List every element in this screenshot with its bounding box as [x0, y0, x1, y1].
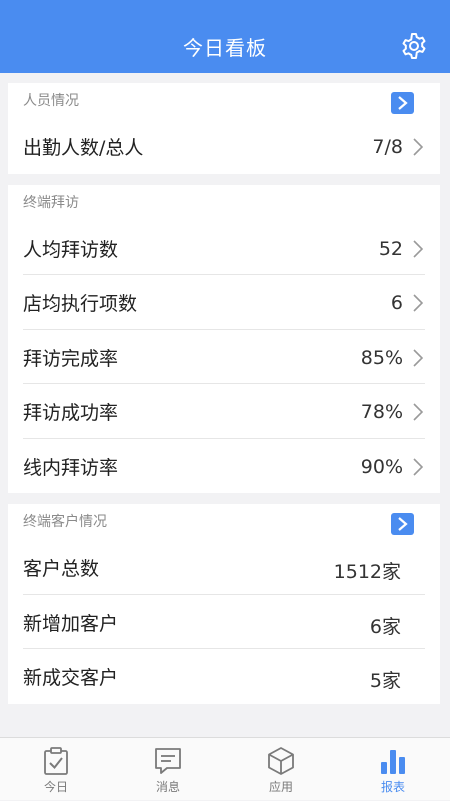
list-item: 新成交客户 5家: [23, 649, 425, 704]
visits-card-header: 终端拜访: [8, 185, 440, 221]
list-item[interactable]: 人均拜访数 52: [23, 221, 425, 275]
metric-label: 店均执行项数: [23, 293, 138, 315]
clipboard-check-icon: [44, 747, 68, 775]
customer-metric-label: 新成交客户: [23, 667, 119, 689]
tab-messages[interactable]: 消息: [112, 738, 224, 801]
customers-expand-button[interactable]: [391, 513, 414, 535]
chevron-right-icon: [413, 403, 423, 421]
metric-value: 78%: [360, 401, 403, 423]
chevron-right-icon: [413, 239, 423, 258]
dashboard-content: 人员情况 出勤人数/总人 7/8 终端拜访 人均拜访数 52 店均执行项数 6 …: [8, 83, 440, 715]
chevron-right-icon: [413, 457, 423, 476]
chevron-right-icon: [398, 96, 408, 110]
cube-icon: [268, 747, 294, 775]
tab-label: 消息: [155, 780, 180, 794]
list-item[interactable]: 拜访完成率 85%: [23, 330, 425, 384]
metric-value: 85%: [360, 346, 403, 369]
chevron-right-icon: [413, 348, 423, 367]
customers-card: 终端客户情况 客户总数 1512家 新增加客户 6家 新成交客户 5家: [8, 504, 440, 704]
top-bar: 今日看板: [0, 0, 450, 73]
chevron-right-icon: [413, 294, 423, 312]
list-item: 客户总数 1512家: [23, 540, 425, 595]
tab-apps[interactable]: 应用: [225, 738, 337, 801]
bar-chart-icon: [381, 750, 405, 774]
attendance-row[interactable]: 出勤人数/总人 7/8: [23, 119, 425, 174]
customer-metric-label: 客户总数: [23, 558, 100, 580]
tab-label: 应用: [268, 780, 293, 794]
tab-label: 报表: [380, 780, 405, 794]
staff-expand-button[interactable]: [391, 92, 414, 114]
metric-label: 线内拜访率: [23, 456, 119, 479]
metric-label: 拜访完成率: [23, 347, 119, 370]
metric-value: 90%: [360, 455, 403, 478]
customer-metric-value: 5家: [369, 670, 401, 692]
staff-card-title: 人员情况: [23, 93, 79, 109]
visits-card: 终端拜访 人均拜访数 52 店均执行项数 6 拜访完成率 85% 拜访成功率 7…: [8, 184, 440, 494]
list-item[interactable]: 线内拜访率 90%: [23, 439, 425, 494]
attendance-label: 出勤人数/总人: [23, 137, 144, 159]
chevron-right-icon: [398, 517, 408, 531]
list-item[interactable]: 拜访成功率 78%: [23, 384, 425, 439]
customers-card-header: 终端客户情况: [8, 504, 440, 540]
attendance-value: 7/8: [372, 136, 403, 158]
customer-metric-value: 6家: [369, 615, 401, 638]
list-item[interactable]: 店均执行项数 6: [23, 275, 425, 330]
customers-card-title: 终端客户情况: [23, 514, 107, 530]
tab-today[interactable]: 今日: [0, 738, 112, 801]
tab-label: 今日: [43, 780, 68, 794]
staff-card: 人员情况 出勤人数/总人 7/8: [8, 83, 440, 174]
customer-metric-value: 1512家: [333, 561, 401, 583]
metric-label: 人均拜访数: [23, 238, 119, 261]
visits-card-title: 终端拜访: [23, 194, 79, 211]
customer-metric-label: 新增加客户: [23, 612, 119, 635]
bottom-tab-bar: 今日 消息 应用 报表: [0, 737, 450, 800]
metric-value: 6: [390, 292, 403, 314]
tab-reports[interactable]: 报表: [337, 738, 449, 801]
page-title: 今日看板: [183, 36, 267, 60]
chevron-right-icon: [413, 138, 423, 156]
staff-card-header: 人员情况: [8, 83, 440, 119]
list-item: 新增加客户 6家: [23, 595, 425, 649]
metric-label: 拜访成功率: [23, 402, 119, 424]
metric-value: 52: [378, 237, 403, 260]
gear-icon[interactable]: [399, 31, 429, 61]
message-icon: [155, 748, 181, 774]
